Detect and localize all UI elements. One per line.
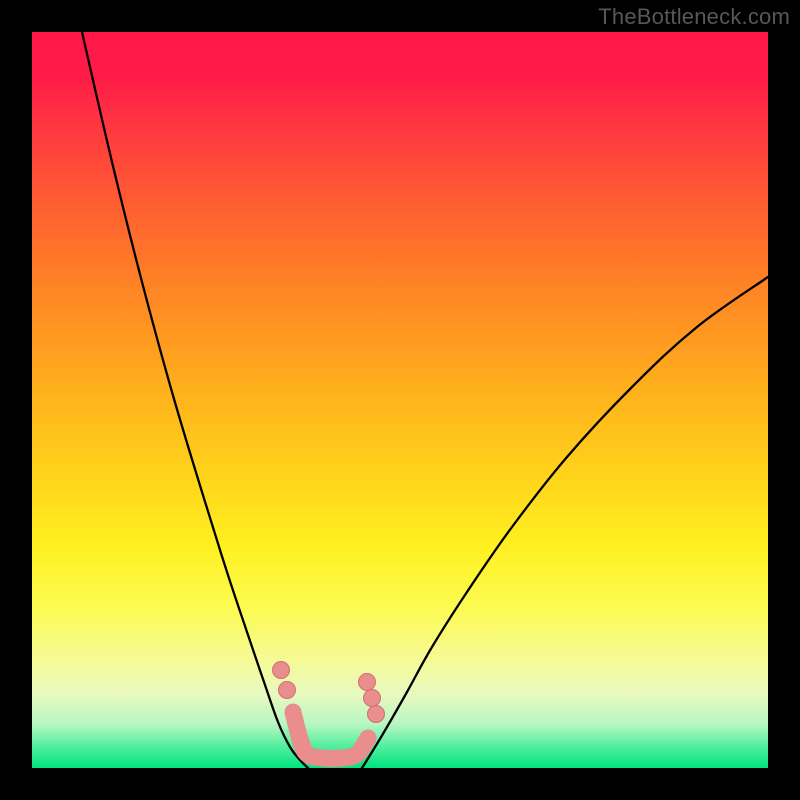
marker-dot bbox=[364, 690, 381, 707]
left-curve bbox=[82, 32, 308, 768]
curve-overlay bbox=[32, 32, 768, 768]
marker-dot bbox=[359, 674, 376, 691]
right-curve bbox=[362, 277, 768, 768]
marker-dot bbox=[368, 706, 385, 723]
watermark-text: TheBottleneck.com bbox=[598, 4, 790, 30]
chart-frame: TheBottleneck.com bbox=[0, 0, 800, 800]
marker-dot bbox=[279, 682, 296, 699]
highlight-bar bbox=[293, 712, 368, 759]
marker-dot bbox=[273, 662, 290, 679]
plot-area bbox=[32, 32, 768, 768]
